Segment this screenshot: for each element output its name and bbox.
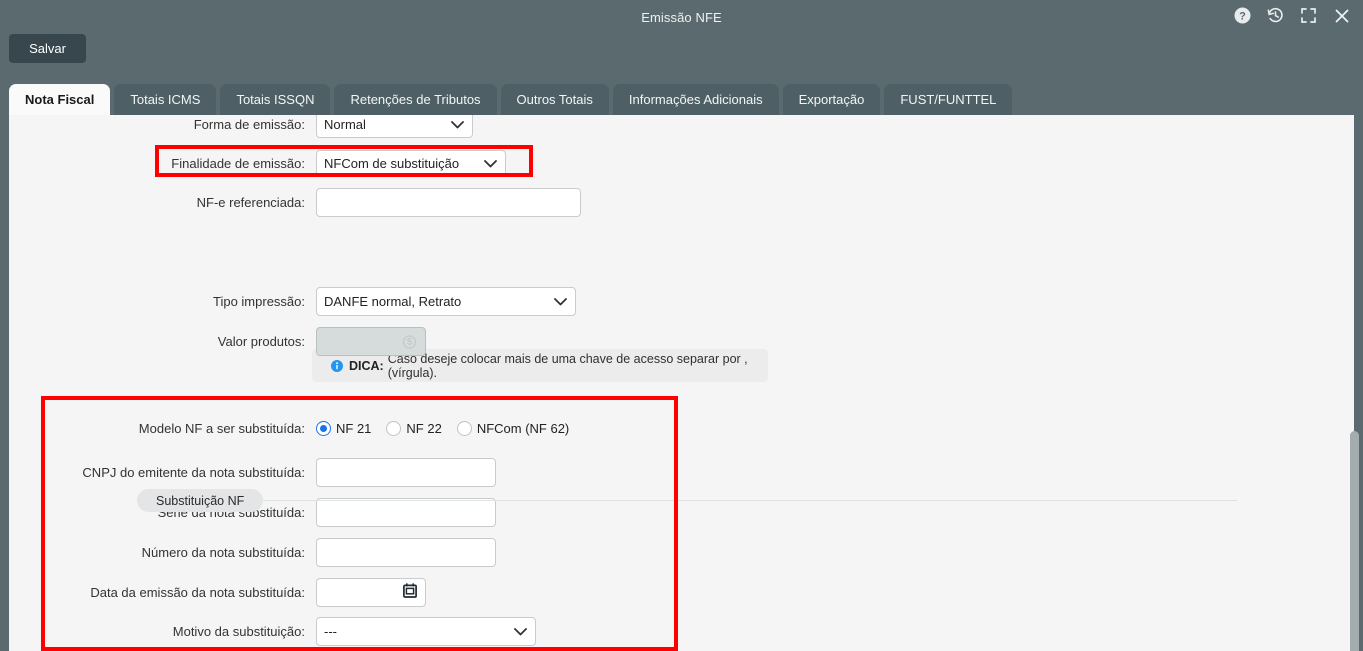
tab-exportacao[interactable]: Exportação [782,84,881,115]
modelo-nf-radio-group: NF 21 NF 22 NFCom (NF 62) [316,421,569,436]
data-emissao-wrap [316,578,426,607]
forma-emissao-label: Forma de emissão: [193,117,305,132]
radio-nfcom-nf-62[interactable]: NFCom (NF 62) [456,421,570,436]
calendar-icon[interactable] [403,582,417,603]
motivo-substituicao-select-wrap: --- [316,617,536,646]
field-nfe-referenciada: NF-e referenciada: [9,188,609,217]
field-data-emissao-nota: Data da emissão da nota substituída: [9,578,629,607]
cnpj-emitente-input[interactable] [316,458,496,487]
valor-produtos-label: Valor produtos: [217,334,305,349]
fullscreen-icon[interactable] [1299,6,1318,25]
window-controls: ? [1233,6,1351,25]
dica-prefix: DICA: [349,358,384,373]
data-emissao-nota-label: Data da emissão da nota substituída: [90,585,305,600]
tipo-impressao-select-wrap: DANFE normal, Retrato [316,287,576,316]
nota-fiscal-panel: Forma de emissão: Normal Finalidade de e… [9,115,1354,651]
motivo-substituicao-label: Motivo da substituição: [172,624,305,639]
save-button[interactable]: Salvar [9,34,86,63]
close-icon[interactable] [1332,6,1351,25]
field-modelo-nf: Modelo NF a ser substituída: NF 21 NF 22… [9,421,629,436]
field-valor-produtos: Valor produtos: $ [9,327,609,356]
tab-informacoes-adicionais[interactable]: Informações Adicionais [612,84,779,115]
finalidade-emissao-select[interactable]: NFCom de substituição [316,150,506,177]
radio-nf-21-label: NF 21 [336,421,372,436]
forma-emissao-select-wrap: Normal [316,115,473,138]
field-finalidade-emissao: Finalidade de emissão: NFCom de substitu… [9,150,529,177]
svg-text:?: ? [1239,10,1246,22]
finalidade-emissao-label: Finalidade de emissão: [171,156,305,171]
radio-nf-21[interactable]: NF 21 [316,421,371,436]
tab-bar: Nota Fiscal Totais ICMS Totais ISSQN Ret… [9,84,1013,115]
tab-totais-issqn[interactable]: Totais ISSQN [220,84,331,115]
cnpj-emitente-label: CNPJ do emitente da nota substituída: [82,465,305,480]
modelo-nf-label: Modelo NF a ser substituída: [138,421,305,436]
radio-dot-icon [316,421,331,436]
motivo-substituicao-select[interactable]: --- [316,617,536,646]
radio-nf-22-label: NF 22 [406,421,442,436]
valor-produtos-input [316,327,426,356]
scrollbar-track[interactable] [1348,115,1362,651]
numero-nota-input[interactable] [316,538,496,567]
finalidade-emissao-select-wrap: NFCom de substituição [316,150,506,177]
forma-emissao-select[interactable]: Normal [316,115,473,138]
field-tipo-impressao: Tipo impressão: DANFE normal, Retrato [9,287,609,316]
field-numero-nota: Número da nota substituída: [9,538,629,567]
radio-nfcom-nf-62-label: NFCom (NF 62) [476,421,570,436]
help-icon[interactable]: ? [1233,6,1252,25]
field-serie-nota: Serie da nota substituída: [9,498,629,527]
radio-dot-icon [456,421,472,436]
app-window: Emissão NFE ? Salvar Nota Fiscal Totais … [0,0,1363,651]
numero-nota-label: Número da nota substituída: [141,545,305,560]
tipo-impressao-select[interactable]: DANFE normal, Retrato [316,287,576,316]
title-bar: Emissão NFE ? [0,0,1363,36]
scrollbar-thumb[interactable] [1350,431,1359,651]
fieldset-legend-substituicao-nf: Substituição NF [137,489,264,512]
field-motivo-substituicao: Motivo da substituição: --- [9,617,629,646]
tipo-impressao-label: Tipo impressão: [213,294,305,309]
radio-nf-22[interactable]: NF 22 [386,421,442,436]
radio-dot-icon [386,421,402,436]
tab-outros-totais[interactable]: Outros Totais [500,84,609,115]
nfe-referenciada-label: NF-e referenciada: [196,195,305,210]
window-title: Emissão NFE [641,10,722,25]
tab-fust-funttel[interactable]: FUST/FUNTTEL [884,84,1013,115]
info-icon [331,359,343,372]
tab-nota-fiscal[interactable]: Nota Fiscal [9,84,111,115]
field-cnpj-emitente: CNPJ do emitente da nota substituída: [9,458,629,487]
history-icon[interactable] [1266,6,1285,25]
field-forma-emissao: Forma de emissão: Normal [9,115,479,138]
valor-produtos-wrap: $ [316,327,426,356]
tab-retencoes-de-tributos[interactable]: Retenções de Tributos [334,84,497,115]
nfe-referenciada-input[interactable] [316,188,581,217]
tab-totais-icms[interactable]: Totais ICMS [114,84,217,115]
serie-nota-input[interactable] [316,498,496,527]
fieldset-divider [137,500,1237,501]
